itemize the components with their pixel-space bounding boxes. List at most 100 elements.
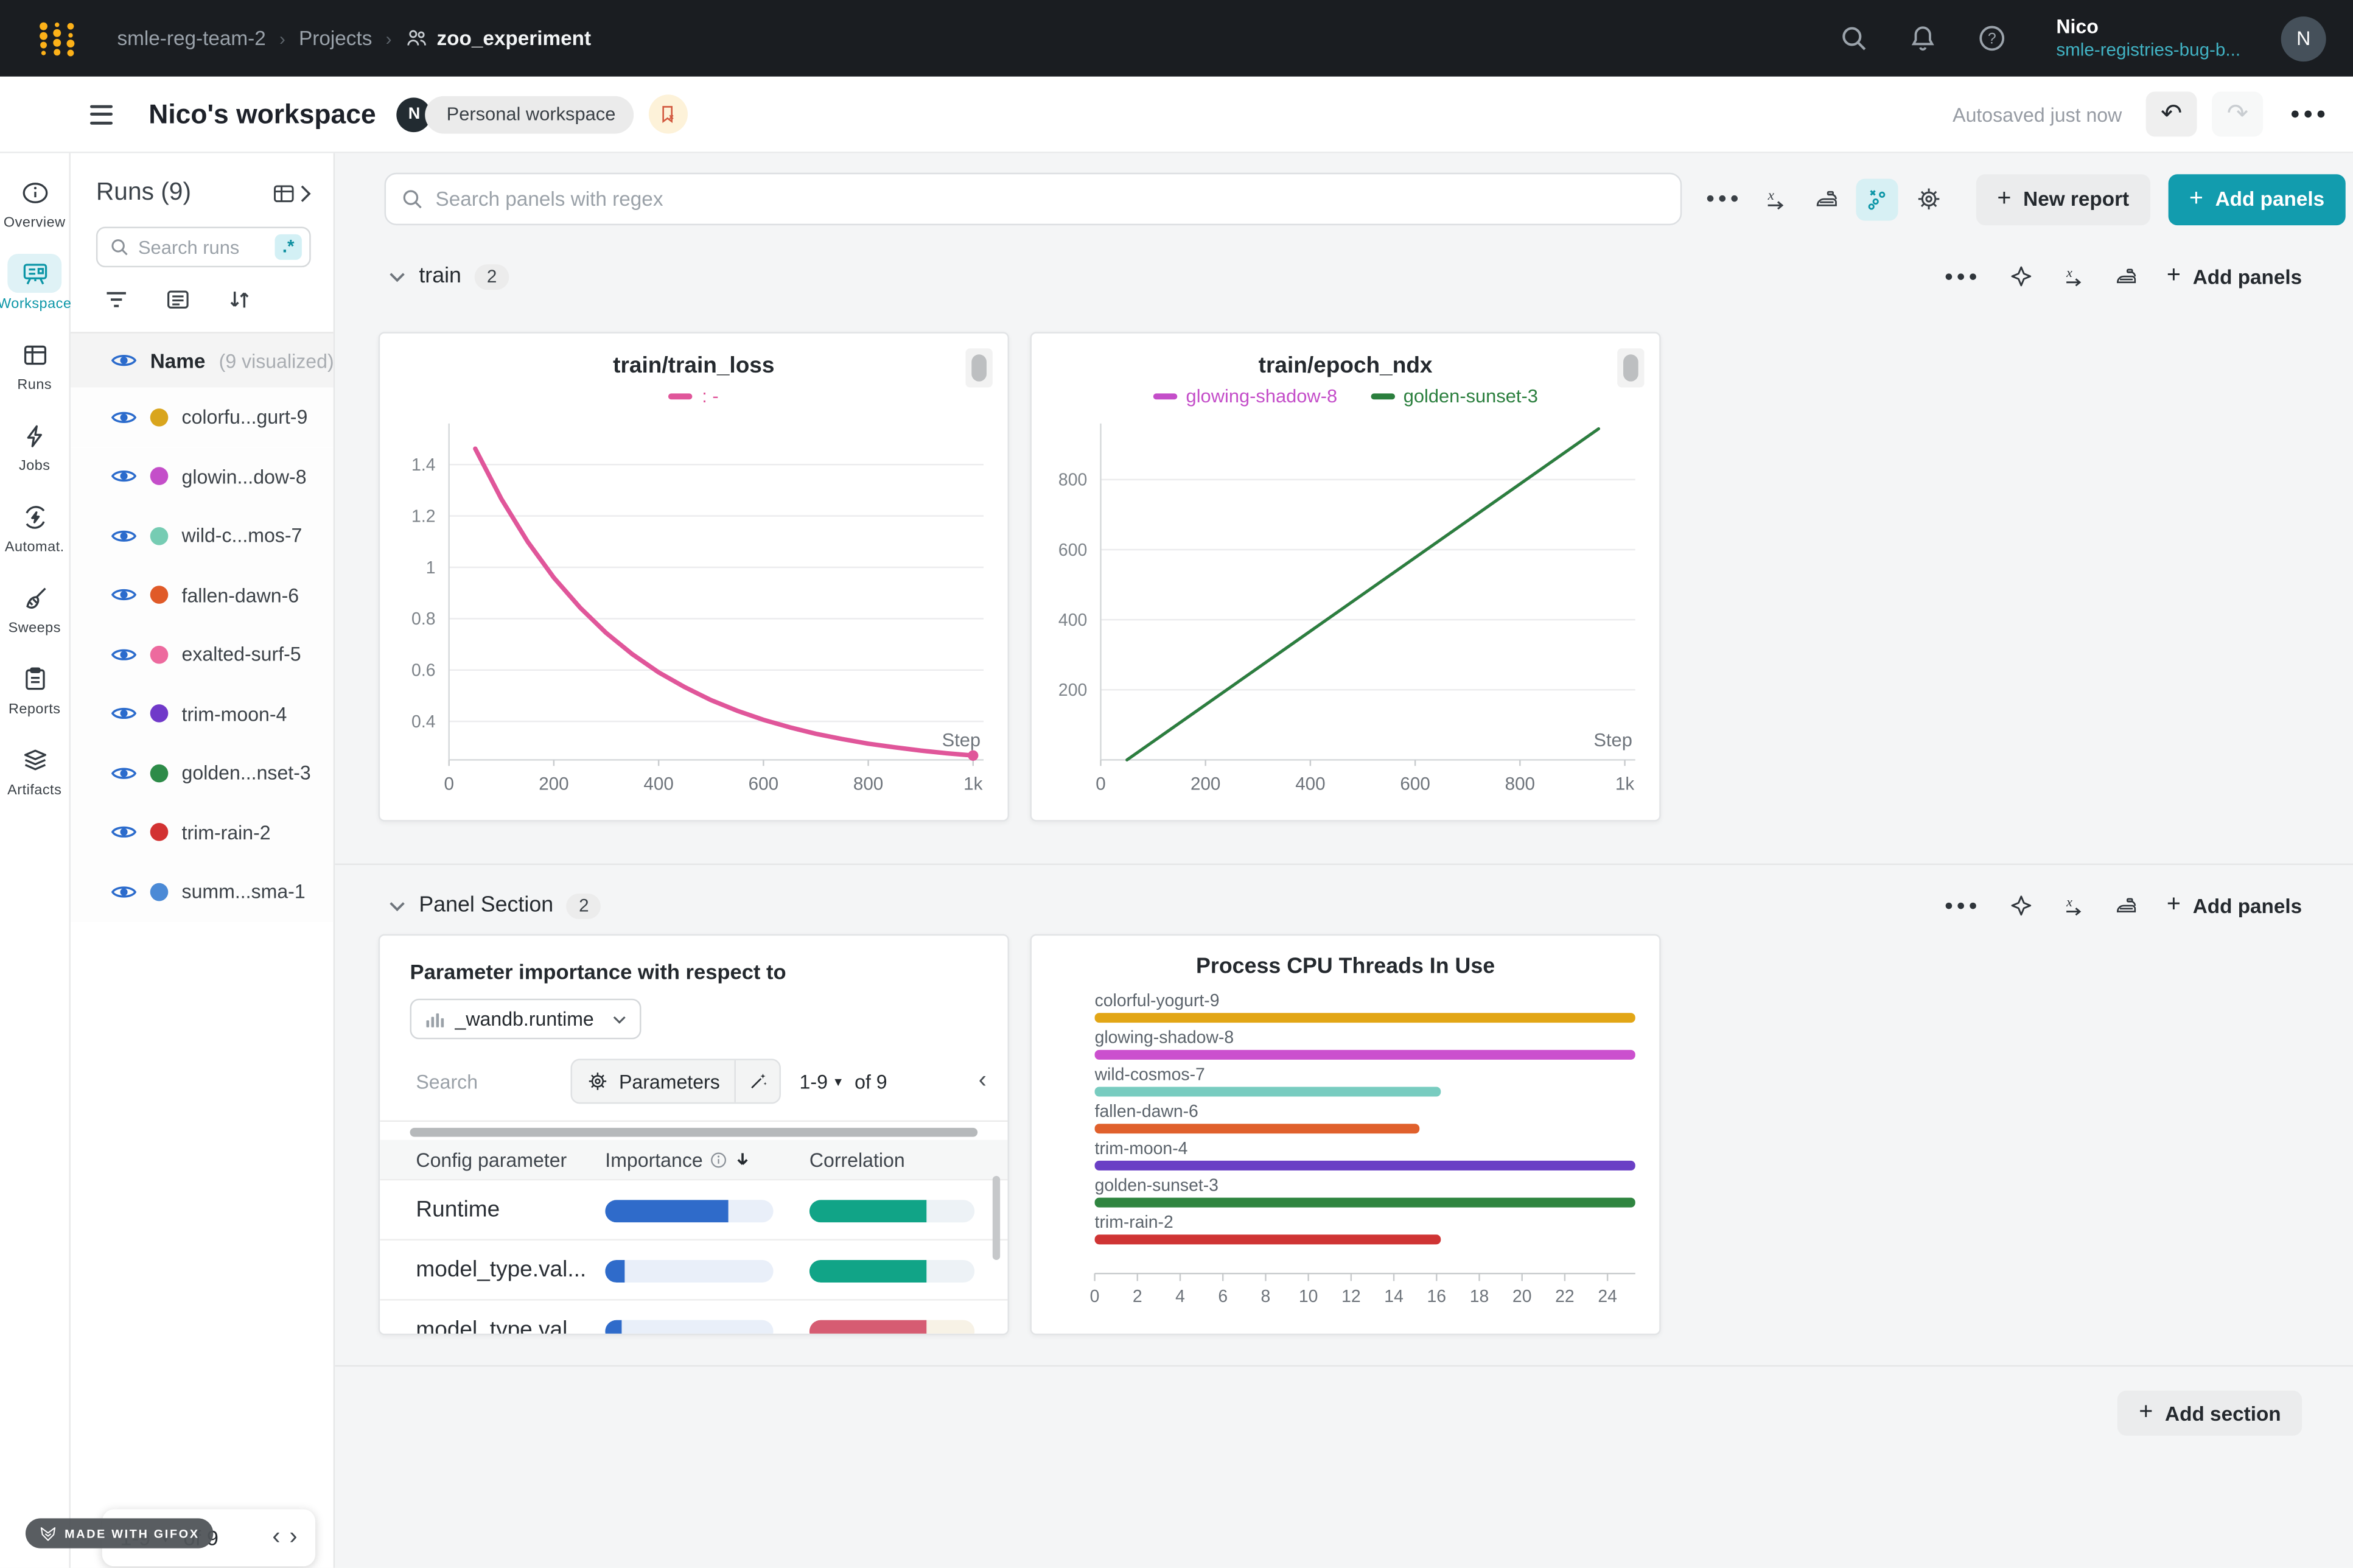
importance-page-range-dropdown[interactable]: 1-9▼ <box>800 1070 844 1093</box>
undo-button[interactable]: ↶ <box>2146 91 2197 136</box>
smoothing-iron-icon[interactable] <box>2114 894 2138 917</box>
section-title[interactable]: Panel Section <box>419 894 553 917</box>
table-row[interactable]: model_type.val... <box>380 1299 1007 1335</box>
section-title[interactable]: train <box>419 264 461 288</box>
breadcrumb-projects[interactable]: Projects <box>299 27 372 49</box>
workspace-overflow-menu[interactable]: ●●● <box>2290 105 2329 124</box>
sidebar-item-sweeps[interactable]: Sweeps <box>0 578 69 637</box>
eye-visibility-icon[interactable] <box>111 705 137 723</box>
panel-drag-handle[interactable] <box>1617 348 1644 387</box>
group-list-icon[interactable] <box>165 287 191 312</box>
table-row[interactable]: Runtime <box>380 1179 1007 1239</box>
run-list-item[interactable]: trim-moon-4 <box>71 684 334 743</box>
add-panels-button[interactable]: + Add panels <box>2168 173 2345 225</box>
panels-overflow-menu[interactable]: ●●● <box>1703 178 1745 220</box>
col-config-parameter[interactable]: Config parameter <box>416 1148 567 1171</box>
redo-button[interactable]: ↷ <box>2212 91 2263 136</box>
wandb-logo-icon[interactable] <box>36 19 78 58</box>
eye-visibility-icon[interactable] <box>111 824 137 842</box>
sidebar-item-runs[interactable]: Runs <box>0 335 69 393</box>
horizontal-scrollbar[interactable] <box>410 1128 978 1137</box>
run-list-item[interactable]: colorfu...gurt-9 <box>71 388 334 447</box>
x-axis-settings-icon[interactable]: x <box>2061 264 2085 288</box>
workspace-type-pill[interactable]: Personal workspace <box>425 96 634 133</box>
col-importance[interactable]: Importance <box>605 1148 750 1171</box>
search-panels-input[interactable]: Search panels with regex <box>385 173 1682 225</box>
eye-visibility-icon[interactable] <box>111 764 137 782</box>
eye-visibility-icon[interactable] <box>111 467 137 486</box>
x-axis-settings-icon[interactable]: x <box>2061 894 2085 917</box>
collapse-sidebar-icon[interactable] <box>90 104 113 124</box>
sidebar-item-automat[interactable]: Automat. <box>0 497 69 556</box>
collapse-section-chevron-icon[interactable] <box>389 271 405 281</box>
settings-gear-icon[interactable] <box>1907 178 1949 220</box>
search-icon[interactable] <box>1840 24 1869 52</box>
run-list-item[interactable]: wild-c...mos-7 <box>71 506 334 565</box>
breadcrumb-project[interactable]: zoo_experiment <box>405 27 591 49</box>
section-overflow-menu[interactable]: ●●● <box>1944 268 1981 284</box>
legend-item[interactable]: glowing-shadow-8 <box>1153 386 1337 407</box>
parameters-button[interactable]: Parameters <box>571 1059 781 1104</box>
filter-icon[interactable] <box>103 287 129 312</box>
eye-icon[interactable] <box>111 351 137 369</box>
eye-visibility-icon[interactable] <box>111 586 137 604</box>
outliers-scatter-icon[interactable] <box>1856 178 1898 220</box>
clipboard-icon <box>7 659 61 698</box>
panel-train-loss[interactable]: train/train_loss : - 0.40.60.811.21.4020… <box>379 332 1009 821</box>
eye-visibility-icon[interactable] <box>111 883 137 901</box>
sparkle-icon[interactable] <box>2009 264 2033 288</box>
run-list-item[interactable]: fallen-dawn-6 <box>71 565 334 625</box>
eye-visibility-icon[interactable] <box>111 645 137 663</box>
sidebar-item-artifacts[interactable]: Artifacts <box>0 740 69 799</box>
sparkle-icon[interactable] <box>2009 894 2033 917</box>
section-add-panels-button[interactable]: + Add panels <box>2167 263 2302 290</box>
run-list-item[interactable]: golden...nset-3 <box>71 743 334 802</box>
sort-icon[interactable] <box>227 287 253 312</box>
section-overflow-menu[interactable]: ●●● <box>1944 897 1981 914</box>
col-correlation[interactable]: Correlation <box>809 1148 905 1171</box>
help-icon[interactable]: ? <box>1978 24 2007 52</box>
run-list-item[interactable]: summ...sma-1 <box>71 862 334 921</box>
next-page-button[interactable]: › <box>289 1524 297 1551</box>
legend-item[interactable]: golden-sunset-3 <box>1370 386 1537 407</box>
autosave-status: Autosaved just now <box>1953 103 2122 125</box>
run-list-item[interactable]: glowin...dow-8 <box>71 447 334 506</box>
search-runs-input[interactable]: Search runs .* <box>96 227 311 268</box>
panel-epoch-ndx[interactable]: train/epoch_ndx glowing-shadow-8golden-s… <box>1030 332 1660 821</box>
sidebar-item-overview[interactable]: Overview <box>0 173 69 231</box>
bookmark-clear-button[interactable] <box>649 94 688 133</box>
magic-wand-button[interactable] <box>735 1060 780 1102</box>
section-add-panels-button[interactable]: + Add panels <box>2167 892 2302 919</box>
user-menu[interactable]: Nico smle-registries-bug-b... <box>2056 15 2240 61</box>
avatar[interactable]: N <box>2281 16 2326 61</box>
panel-cpu-threads[interactable]: Process CPU Threads In Use colorful-yogu… <box>1030 934 1660 1335</box>
expand-runs-chevron-icon[interactable] <box>299 184 311 202</box>
prev-page-button[interactable]: ‹ <box>272 1524 280 1551</box>
user-team-link[interactable]: smle-registries-bug-b... <box>2056 39 2240 61</box>
importance-prev-page-chevron[interactable]: ‹ <box>979 1068 987 1094</box>
metric-select-dropdown[interactable]: _wandb.runtime <box>410 999 642 1040</box>
sidebar-item-reports[interactable]: Reports <box>0 659 69 718</box>
importance-search-input[interactable]: Search <box>416 1070 478 1093</box>
eye-visibility-icon[interactable] <box>111 527 137 545</box>
eye-visibility-icon[interactable] <box>111 408 137 426</box>
regex-toggle[interactable]: .* <box>274 234 301 260</box>
smoothing-iron-icon[interactable] <box>1805 178 1847 220</box>
smoothing-iron-icon[interactable] <box>2114 264 2138 288</box>
sidebar-item-workspace[interactable]: Workspace <box>0 254 69 312</box>
notifications-bell-icon[interactable] <box>1909 24 1938 52</box>
panel-parameter-importance[interactable]: Parameter importance with respect to _wa… <box>379 934 1009 1335</box>
legend-item[interactable]: : - <box>669 386 719 407</box>
new-report-button[interactable]: + New report <box>1976 173 2150 225</box>
breadcrumb-team[interactable]: smle-reg-team-2 <box>117 27 265 49</box>
panel-drag-handle[interactable] <box>965 348 992 387</box>
vertical-scrollbar[interactable] <box>993 1176 1000 1260</box>
sidebar-item-jobs[interactable]: Jobs <box>0 416 69 474</box>
runs-table-toggle-icon[interactable] <box>272 181 296 205</box>
run-list-item[interactable]: exalted-surf-5 <box>71 625 334 684</box>
add-section-button[interactable]: + Add section <box>2118 1391 2302 1436</box>
table-row[interactable]: model_type.val... <box>380 1239 1007 1299</box>
collapse-section-chevron-icon[interactable] <box>389 900 405 911</box>
x-axis-settings-icon[interactable]: x <box>1754 178 1796 220</box>
run-list-item[interactable]: trim-rain-2 <box>71 803 334 862</box>
